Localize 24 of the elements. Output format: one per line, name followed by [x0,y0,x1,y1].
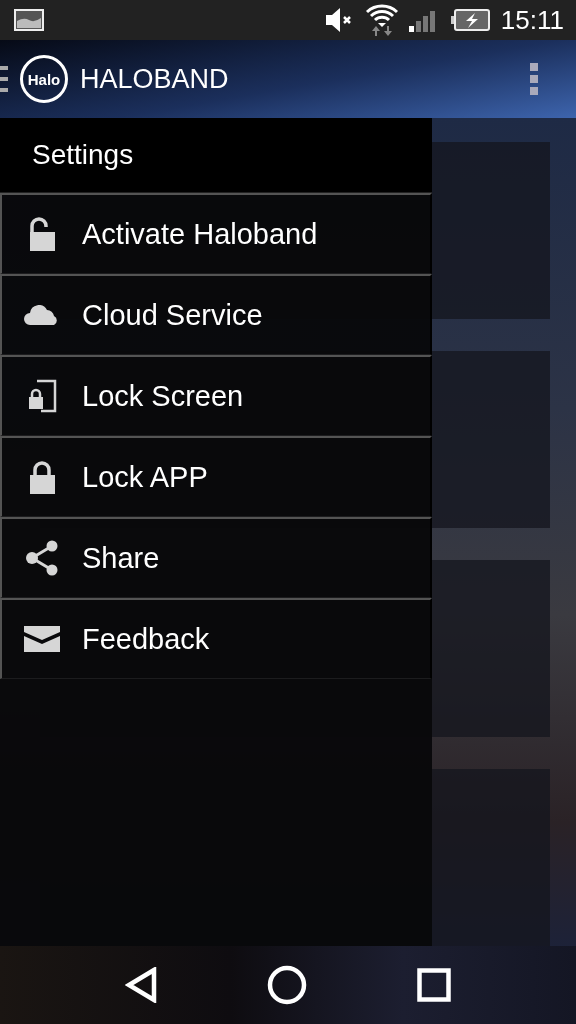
drawer-item[interactable]: Feedback [0,598,432,679]
clock-time: 15:11 [500,4,564,36]
phone-padlock-icon [27,379,57,413]
overflow-menu-icon[interactable] [530,63,538,95]
drawer-item[interactable]: Lock Screen [0,355,432,436]
wifi-icon [364,4,399,36]
picture-icon [14,9,44,31]
drawer-title: Settings [32,139,134,171]
share-icon [25,540,59,576]
unlocked-padlock-icon [28,217,56,251]
back-icon[interactable] [125,967,157,1003]
envelope-icon [24,626,60,652]
drawer-item[interactable]: Share [0,517,432,598]
menu-icon[interactable] [0,66,8,92]
drawer-item[interactable]: Lock APP [0,436,432,517]
recents-icon[interactable] [417,968,451,1002]
padlock-icon [28,460,56,494]
app-logo: Halo [20,55,68,103]
cloud-icon [24,305,60,325]
charging-battery-icon [450,8,491,32]
home-icon[interactable] [267,965,307,1005]
app-title: HALOBAND [80,63,229,95]
drawer-item[interactable]: Cloud Service [0,274,432,355]
drawer-item[interactable]: Activate Haloband [0,193,432,274]
